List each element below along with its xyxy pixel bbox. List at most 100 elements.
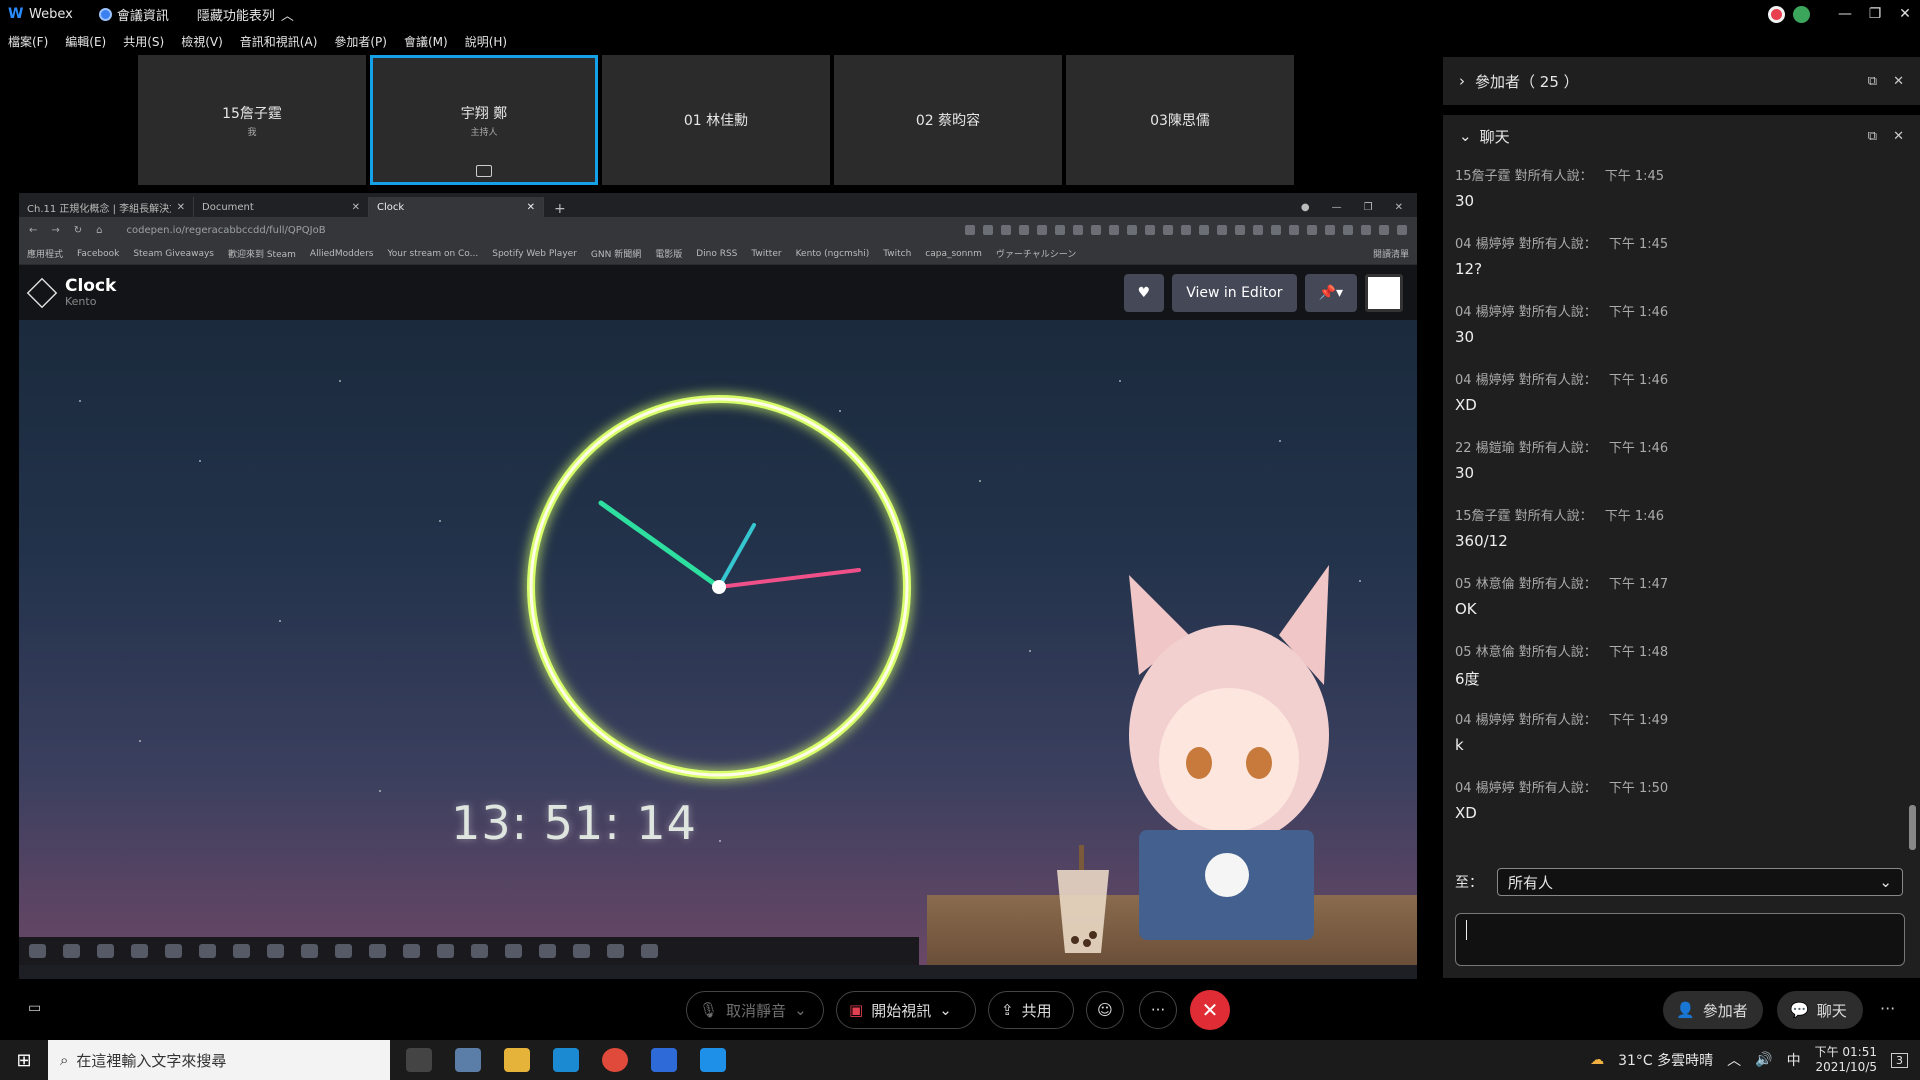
bookmark: Kento (ngcmshi)	[795, 248, 870, 259]
browser-tab-active: Clock ✕	[369, 197, 544, 217]
menu-audio-video[interactable]: 音訊和視訊(A)	[240, 33, 318, 53]
chat-message: 15詹子霆 對所有人說： 下午 1:46 360/12	[1455, 505, 1903, 573]
codepen-logo-icon	[26, 277, 58, 308]
participants-label: 參加者	[1702, 1001, 1748, 1020]
recipient-row: 至： 所有人 ⌄	[1455, 868, 1903, 896]
msg-sender: 04 楊婷婷 對所有人說：	[1455, 713, 1597, 728]
webex-window: W Webex 會議資訊 隱藏功能表列 ︿ — ❐ ✕ 檔案(F) 編輯(E) …	[0, 0, 1920, 1080]
participant-tile[interactable]: 02 蔡昀容	[834, 55, 1062, 185]
bookmark: capa_sonnm	[925, 248, 982, 259]
vscode-icon[interactable]	[700, 1048, 726, 1072]
chat-message: 22 楊鎧瑜 對所有人說： 下午 1:46 30	[1455, 437, 1903, 505]
popout-icon[interactable]: ⧉	[1868, 74, 1877, 89]
close-icon[interactable]: ✕	[1893, 129, 1904, 144]
shared-screen: Ch.11 正規化概念 | 李組長解決方案✕ Document✕ Clock✕ …	[19, 193, 1417, 979]
windows-taskbar: ⊞ ⌕ 在這裡輸入文字來搜尋 ☁ 31°C 多雲時晴 ︿ 🔊 中 下午 01:5…	[0, 1040, 1920, 1080]
menu-view[interactable]: 檢視(V)	[181, 33, 223, 53]
msg-time: 下午 1:45	[1608, 237, 1669, 252]
menu-share[interactable]: 共用(S)	[123, 33, 164, 53]
unmute-button[interactable]: 🎙 取消靜音 ⌄	[686, 991, 824, 1029]
msg-sender: 05 林意倫 對所有人說：	[1455, 645, 1597, 660]
chat-toggle-button[interactable]: 💬 聊天	[1777, 991, 1863, 1029]
menu-help[interactable]: 說明(H)	[465, 33, 507, 53]
participant-role: 主持人	[470, 127, 498, 138]
participant-tile[interactable]: 15詹子霆 我	[138, 55, 366, 185]
participant-tile[interactable]: 03陳思儒	[1066, 55, 1294, 185]
msg-sender: 04 楊婷婷 對所有人說：	[1455, 237, 1597, 252]
remote-taskbar	[19, 937, 919, 965]
status-icon[interactable]	[1768, 5, 1785, 23]
msg-time: 下午 1:47	[1608, 577, 1669, 592]
participant-name: 15詹子霆	[222, 105, 282, 122]
search-placeholder: 在這裡輸入文字來搜尋	[76, 1051, 227, 1070]
chat-scrollbar[interactable]	[1906, 165, 1918, 865]
scroll-thumb[interactable]	[1909, 805, 1916, 850]
task-view-icon[interactable]	[406, 1048, 432, 1072]
menu-edit[interactable]: 編輯(E)	[65, 33, 106, 53]
meeting-info-label: 會議資訊	[116, 8, 169, 24]
msg-time: 下午 1:46	[1604, 509, 1665, 524]
msg-sender: 15詹子霆 對所有人說：	[1455, 509, 1593, 524]
hide-menu-bar-button[interactable]: 隱藏功能表列 ︿	[197, 5, 294, 24]
more-icon[interactable]: ···	[1880, 999, 1895, 1018]
chevron-right-icon[interactable]: ›	[1459, 72, 1465, 90]
leave-meeting-button[interactable]: ✕	[1190, 990, 1230, 1030]
chat-title: 聊天	[1479, 127, 1510, 146]
chevron-down-icon: ⌄	[1879, 873, 1892, 891]
hour-hand	[598, 500, 722, 590]
paint-icon[interactable]	[455, 1048, 481, 1072]
system-clock[interactable]: 下午 01:51 2021/10/5	[1815, 1045, 1877, 1075]
close-icon: ✕	[1394, 201, 1403, 213]
recipient-select[interactable]: 所有人 ⌄	[1497, 868, 1903, 896]
video-off-icon: ▣	[849, 1001, 864, 1019]
participants-panel[interactable]: › 參加者 （ 25 ） ⧉ ✕	[1443, 57, 1920, 105]
popout-icon[interactable]: ⧉	[1868, 129, 1877, 144]
menu-meeting[interactable]: 會議(M)	[404, 33, 448, 53]
chat-input[interactable]	[1455, 913, 1905, 966]
second-hand	[717, 568, 861, 589]
taskbar-search[interactable]: ⌕ 在這裡輸入文字來搜尋	[48, 1040, 390, 1080]
chevron-down-icon[interactable]: ⌄	[939, 1001, 952, 1019]
close-button[interactable]: ✕	[1890, 0, 1920, 28]
share-button[interactable]: ⇪ 共用	[988, 991, 1074, 1029]
restore-button[interactable]: ❐	[1860, 0, 1890, 28]
browser-tab-bar: Ch.11 正規化概念 | 李組長解決方案✕ Document✕ Clock✕ …	[19, 193, 1417, 217]
close-icon[interactable]: ✕	[1893, 74, 1904, 89]
input-language[interactable]: 中	[1787, 1050, 1801, 1070]
window-controls: — ❐ ✕	[1768, 0, 1920, 28]
store-icon[interactable]	[553, 1048, 579, 1072]
chat-message-list[interactable]: 15詹子霆 對所有人說： 下午 1:45 30 04 楊婷婷 對所有人說： 下午 1:…	[1443, 165, 1903, 850]
file-explorer-icon[interactable]	[504, 1048, 530, 1072]
menu-file[interactable]: 檔案(F)	[8, 33, 48, 53]
msg-text: XD	[1455, 804, 1477, 822]
chrome-icon[interactable]	[602, 1048, 628, 1072]
captions-icon[interactable]: ▭	[28, 1000, 41, 1016]
menu-participants[interactable]: 參加者(P)	[334, 33, 387, 53]
bookmark: Facebook	[77, 248, 120, 259]
more-options-button[interactable]: ···	[1139, 991, 1177, 1029]
participants-toggle-button[interactable]: 👤 參加者	[1663, 991, 1763, 1029]
notification-icon[interactable]: 3	[1891, 1052, 1908, 1068]
minimize-button[interactable]: —	[1830, 0, 1860, 28]
pen-author: Kento	[65, 295, 97, 308]
chevron-up-icon[interactable]: ︿	[1727, 1050, 1741, 1070]
minute-hand	[717, 523, 756, 589]
windows-start-icon[interactable]: ⊞	[0, 1040, 48, 1080]
speaker-icon[interactable]: 🔊	[1755, 1052, 1772, 1068]
forward-icon: →	[51, 224, 60, 236]
webex-icon[interactable]	[651, 1048, 677, 1072]
chevron-down-icon[interactable]: ⌄	[794, 1001, 807, 1019]
view-in-editor-button: View in Editor	[1172, 274, 1297, 312]
chat-message: 15詹子霆 對所有人說： 下午 1:45 30	[1455, 165, 1903, 233]
msg-time: 下午 1:49	[1608, 713, 1669, 728]
network-icon[interactable]	[1793, 5, 1810, 23]
bookmark: 電影版	[655, 250, 683, 260]
participant-tile-active[interactable]: 宇翔 鄭 主持人	[370, 55, 598, 185]
meeting-info-button[interactable]: 會議資訊	[98, 5, 169, 24]
participant-tile[interactable]: 01 林佳勳	[602, 55, 830, 185]
start-video-button[interactable]: ▣ 開始視訊 ⌄	[836, 991, 976, 1029]
participant-name: 03陳思儒	[1150, 113, 1210, 129]
close-icon: ✕	[526, 201, 535, 213]
reactions-button[interactable]: ☺	[1086, 991, 1124, 1029]
chevron-down-icon[interactable]: ⌄	[1459, 127, 1472, 145]
